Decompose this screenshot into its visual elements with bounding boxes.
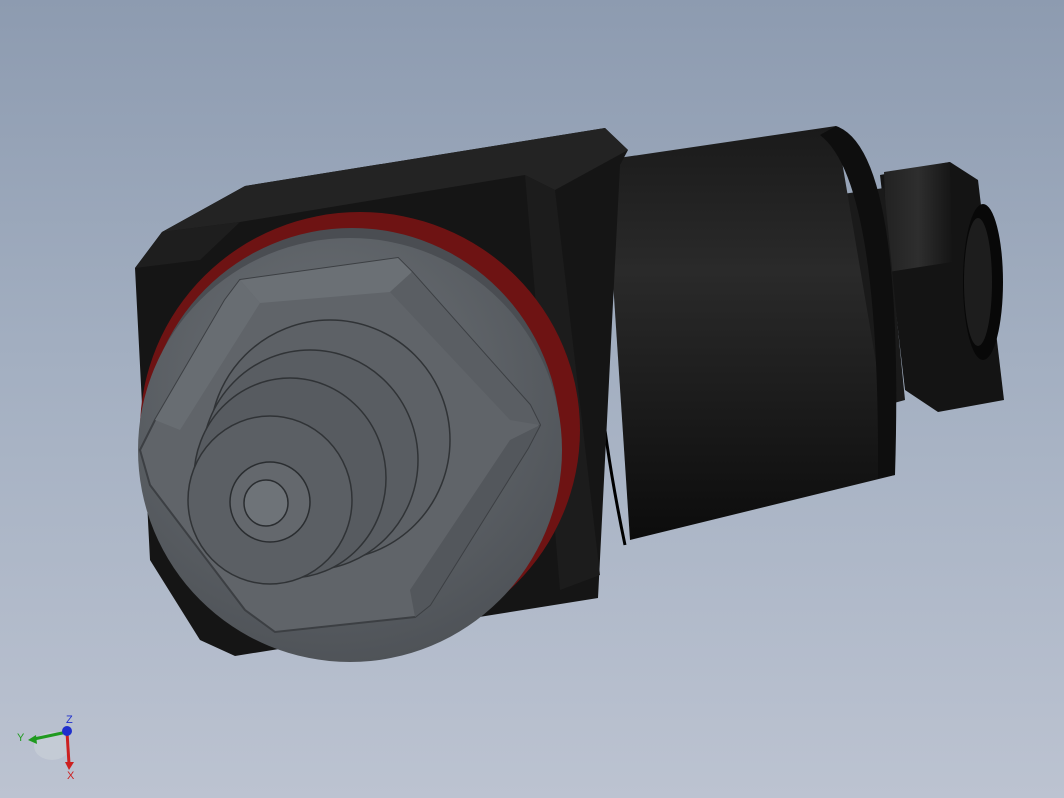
triad-x-arrow xyxy=(65,762,74,770)
cylinder-housing[interactable] xyxy=(591,126,897,546)
triad-z-axis xyxy=(62,726,72,736)
gland-bore xyxy=(964,218,992,346)
port-orifice xyxy=(243,479,289,527)
triad-x-label: X xyxy=(67,770,75,782)
triad-y-label: Y xyxy=(17,732,25,744)
model-canvas[interactable]: Z Y X xyxy=(0,0,1064,798)
triad-x-axis xyxy=(65,731,71,765)
triad-z-label: Z xyxy=(66,714,73,726)
cad-viewport[interactable]: Z Y X xyxy=(0,0,1064,798)
axis-triad: Z Y X xyxy=(17,714,75,782)
gland-nut-flat xyxy=(884,162,952,272)
triad-y-arrow xyxy=(28,735,37,744)
cylinder-body xyxy=(605,126,895,540)
